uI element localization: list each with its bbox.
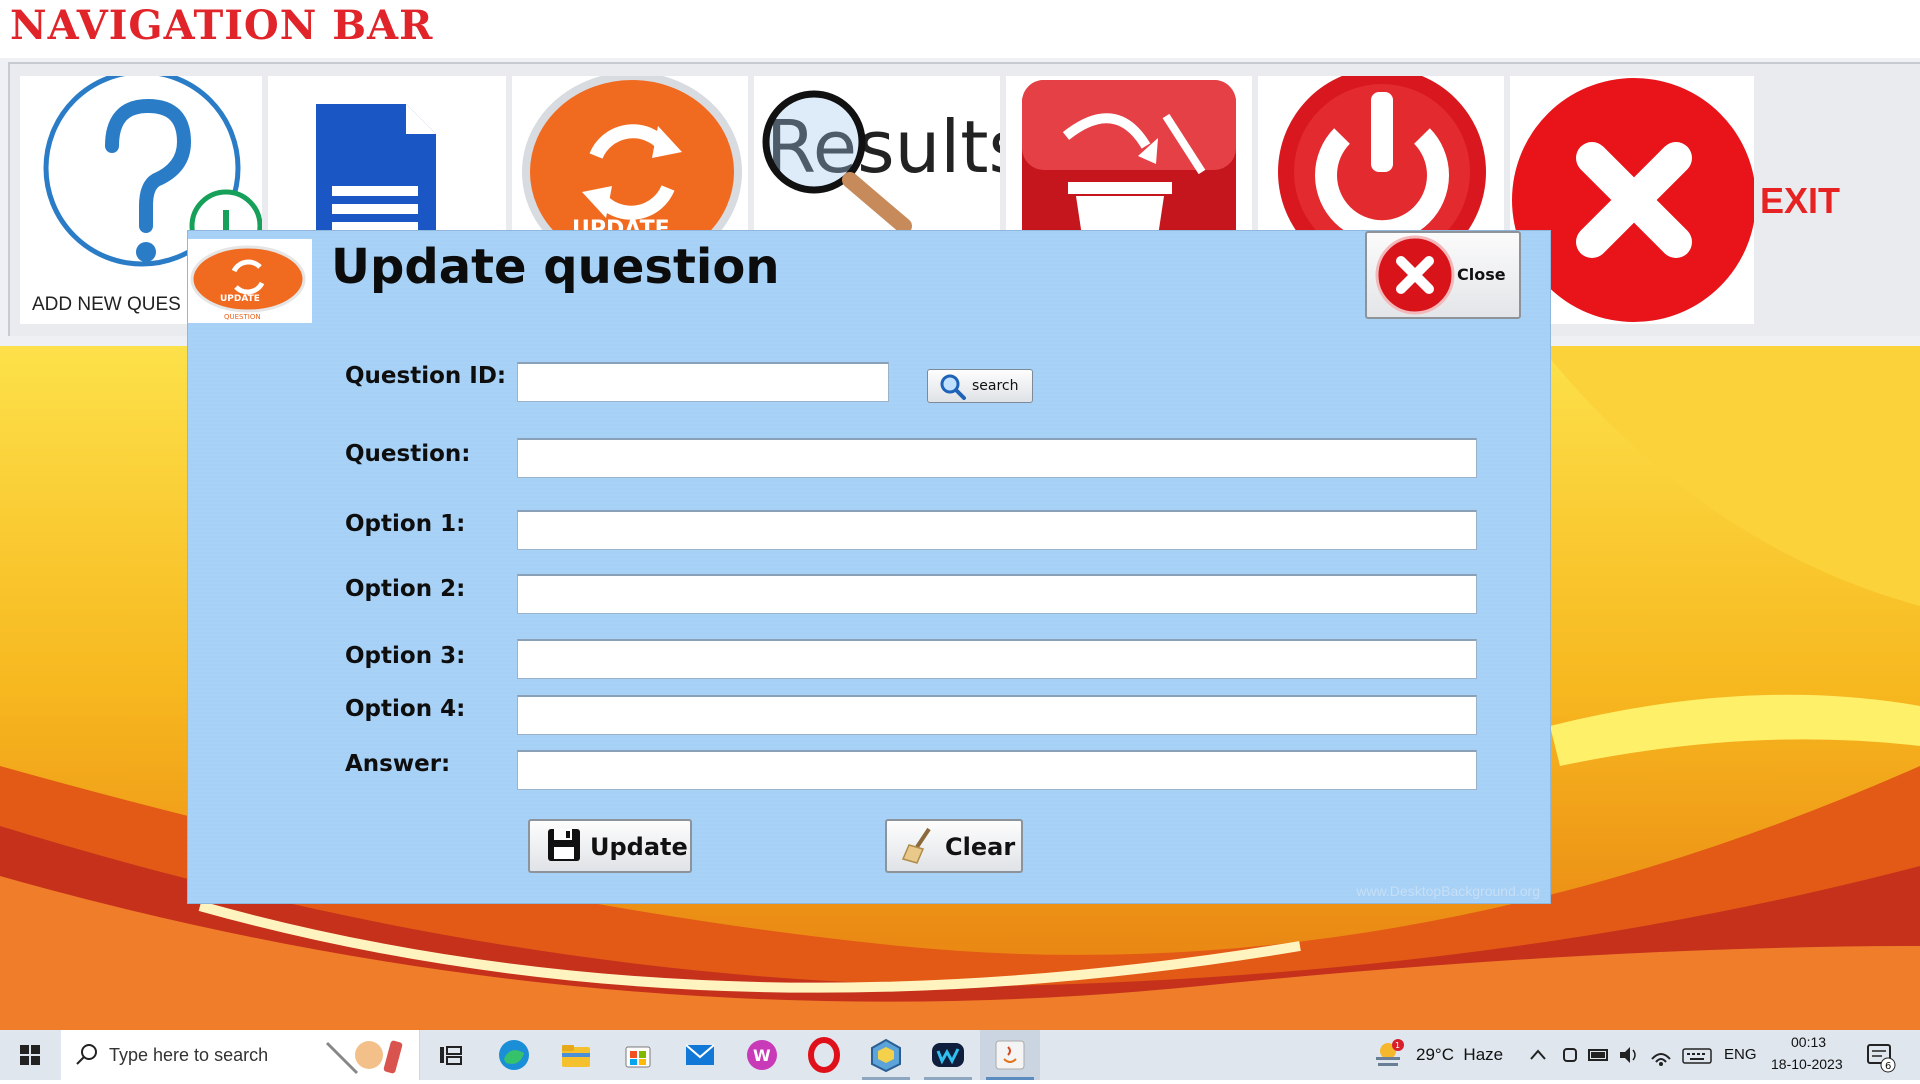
- task-view-icon[interactable]: [432, 1037, 468, 1073]
- logo-update-text: UPDATE: [220, 294, 260, 304]
- logo-question-text: QUESTION: [224, 313, 261, 321]
- option4-label: Option 4:: [345, 696, 466, 722]
- svg-text:W: W: [753, 1046, 771, 1065]
- close-label: Close: [1457, 265, 1506, 284]
- search-button[interactable]: search: [927, 369, 1033, 403]
- answer-input[interactable]: [517, 750, 1477, 790]
- broom-icon: [901, 827, 931, 864]
- close-button[interactable]: Close: [1365, 231, 1521, 319]
- search-highlight-icon: [325, 1040, 403, 1075]
- search-label: search: [972, 378, 1019, 394]
- add-question-label: ADD NEW QUES: [32, 294, 181, 315]
- start-button[interactable]: [0, 1030, 60, 1080]
- opera-icon[interactable]: [806, 1037, 842, 1073]
- clock-time: 00:13: [1791, 1034, 1827, 1050]
- edge-icon[interactable]: [496, 1037, 532, 1073]
- update-label: Update: [590, 833, 688, 861]
- option3-label: Option 3:: [345, 643, 466, 669]
- option4-input[interactable]: [517, 695, 1477, 735]
- notification-icon[interactable]: 6: [1862, 1037, 1898, 1073]
- option1-label: Option 1:: [345, 511, 466, 537]
- search-icon: [76, 1044, 97, 1065]
- taskbar-search-box[interactable]: Type here to search: [61, 1030, 420, 1080]
- option3-input[interactable]: [517, 639, 1477, 679]
- option2-label: Option 2:: [345, 576, 466, 602]
- magnifier-icon: [940, 374, 966, 400]
- webex-icon[interactable]: [930, 1037, 966, 1073]
- language-indicator[interactable]: ENG: [1724, 1046, 1757, 1063]
- wallpaper-watermark: www.DesktopBackground.org: [1356, 883, 1540, 899]
- file-explorer-icon[interactable]: [558, 1037, 594, 1073]
- taskbar: Type here to search W 1 29°C Haze ENG 00…: [0, 1030, 1920, 1080]
- clock[interactable]: 00:13 18-10-2023: [1768, 1030, 1848, 1080]
- mail-icon[interactable]: [682, 1037, 718, 1073]
- wps-icon[interactable]: W: [744, 1037, 780, 1073]
- question-id-label: Question ID:: [345, 363, 507, 389]
- weather-badge: 1: [1395, 1041, 1400, 1050]
- option2-input[interactable]: [517, 574, 1477, 614]
- update-question-dialog: UPDATE QUESTION Update question Close Qu…: [187, 230, 1551, 904]
- virtualbox-icon[interactable]: [868, 1037, 904, 1073]
- java-app-active-slot[interactable]: [980, 1030, 1040, 1080]
- weather-text[interactable]: 29°C Haze: [1416, 1045, 1503, 1065]
- navigation-bar-title: NAVIGATION BAR: [10, 2, 434, 49]
- battery-icon[interactable]: [1586, 1037, 1612, 1073]
- wifi-icon[interactable]: [1648, 1037, 1674, 1073]
- floppy-disk-icon: [548, 829, 580, 861]
- java-icon: [995, 1040, 1025, 1070]
- answer-label: Answer:: [345, 751, 451, 777]
- dialog-title: Update question: [331, 239, 780, 295]
- clock-date: 18-10-2023: [1771, 1056, 1843, 1072]
- update-question-logo: UPDATE QUESTION: [188, 239, 312, 323]
- clear-label: Clear: [945, 833, 1016, 861]
- clear-button[interactable]: Clear: [885, 819, 1023, 873]
- question-label: Question:: [345, 441, 471, 467]
- chevron-up-icon[interactable]: [1526, 1037, 1550, 1073]
- option1-input[interactable]: [517, 510, 1477, 550]
- store-icon[interactable]: [620, 1037, 656, 1073]
- keyboard-icon[interactable]: [1680, 1037, 1714, 1073]
- volume-icon[interactable]: [1616, 1037, 1642, 1073]
- question-input[interactable]: [517, 438, 1477, 478]
- update-button[interactable]: Update: [528, 819, 692, 873]
- exit-label[interactable]: EXIT: [1760, 180, 1840, 222]
- question-id-input[interactable]: [517, 362, 889, 402]
- windows-icon: [20, 1045, 40, 1065]
- close-icon: [1375, 235, 1455, 315]
- taskbar-search-placeholder: Type here to search: [109, 1045, 269, 1065]
- meet-now-icon[interactable]: [1558, 1037, 1582, 1073]
- notification-count: 6: [1885, 1061, 1891, 1072]
- weather-haze-icon[interactable]: 1: [1370, 1037, 1406, 1073]
